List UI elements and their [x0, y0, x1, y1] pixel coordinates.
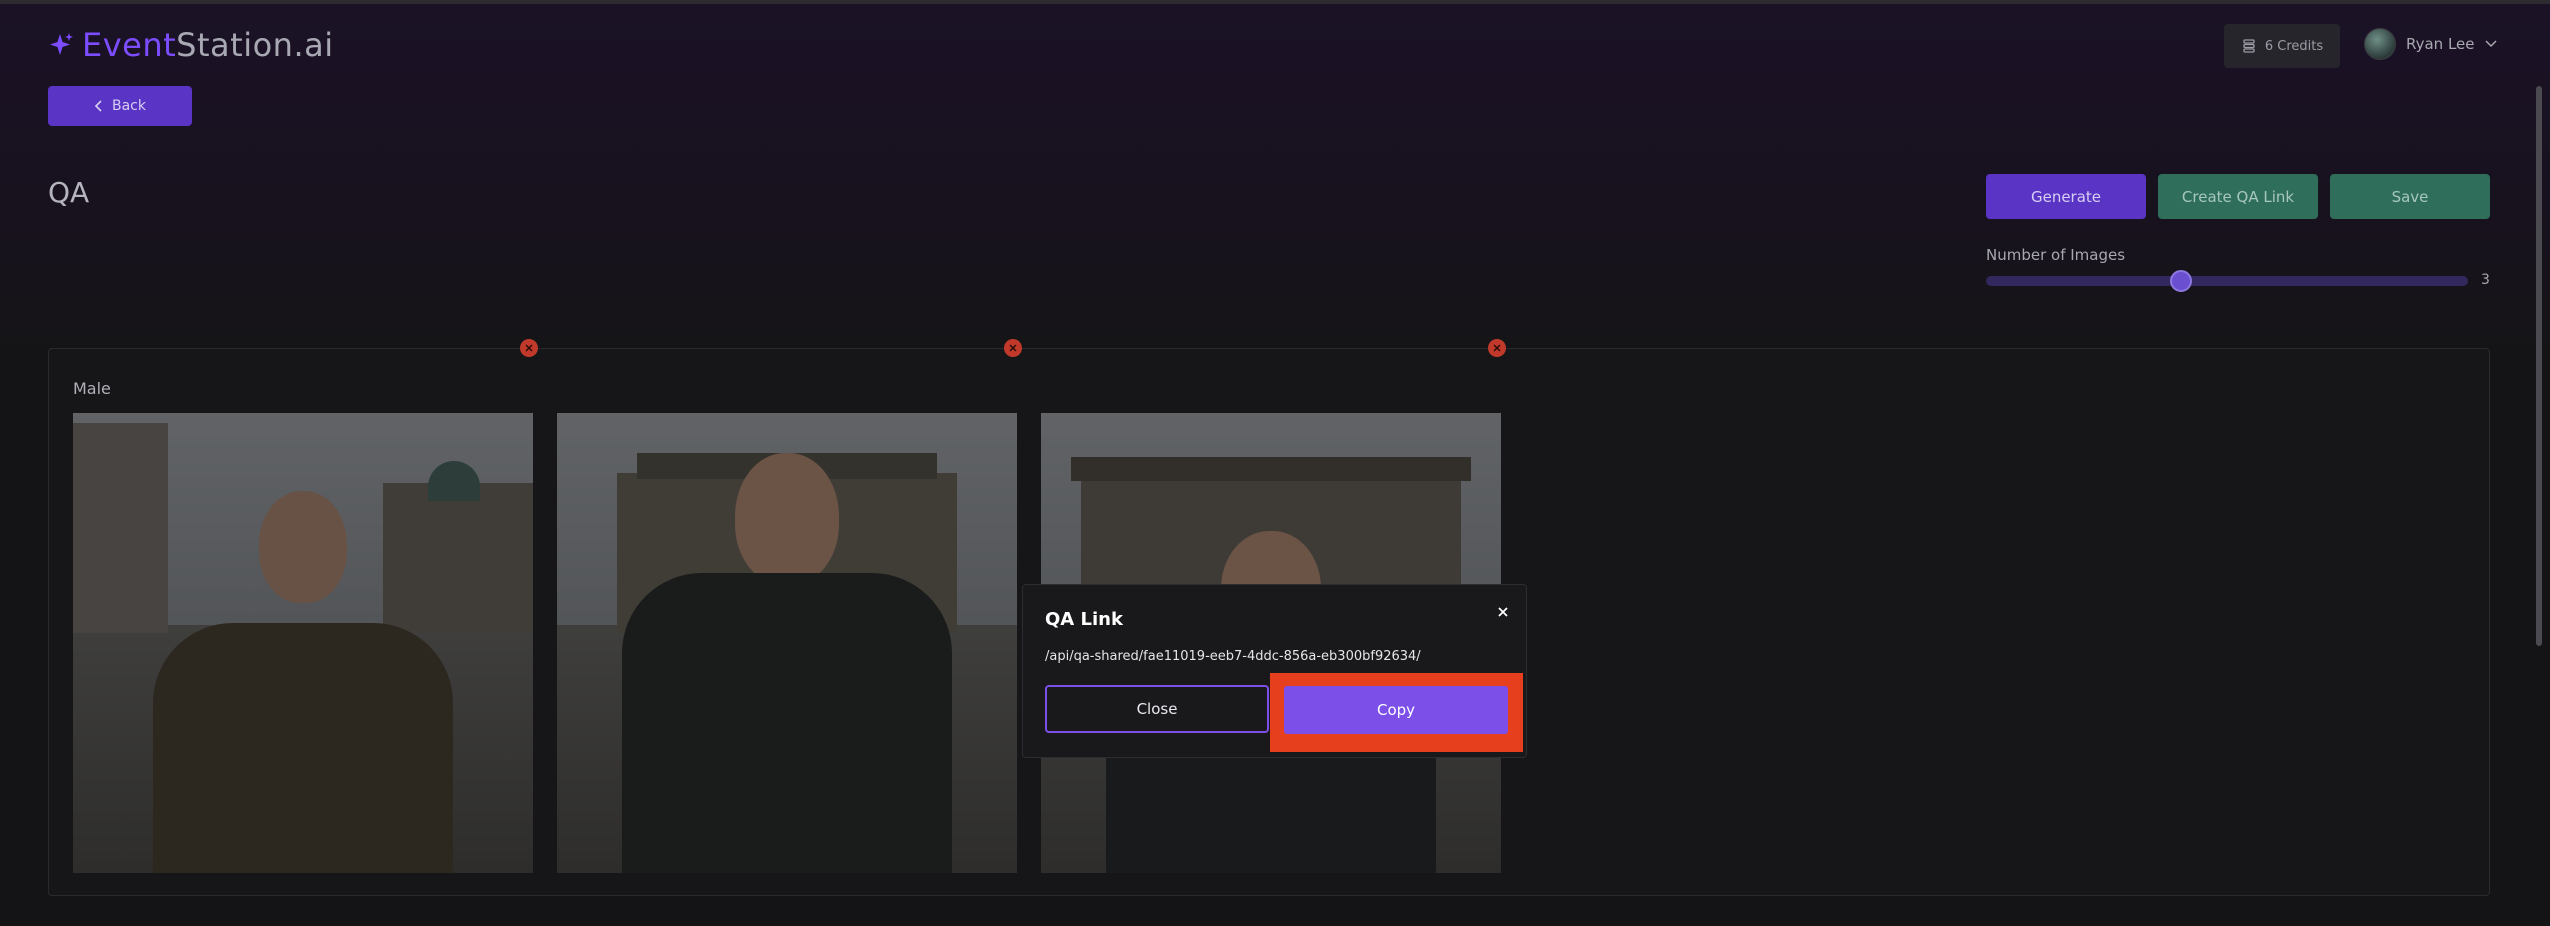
coins-icon: [2243, 39, 2255, 53]
user-menu[interactable]: Ryan Lee: [2364, 28, 2497, 60]
slider-thumb[interactable]: [2170, 270, 2193, 292]
page-title: QA: [48, 176, 90, 209]
create-qa-link-button[interactable]: Create QA Link: [2158, 174, 2318, 219]
number-of-images-slider[interactable]: [1986, 270, 2468, 292]
close-icon[interactable]: [1494, 603, 1512, 621]
credits-badge[interactable]: 6 Credits: [2224, 24, 2340, 68]
credits-label: 6 Credits: [2264, 38, 2324, 54]
close-button[interactable]: Close: [1045, 685, 1269, 733]
back-button[interactable]: Back: [48, 86, 192, 126]
avatar: [2364, 28, 2396, 60]
number-of-images-value: 3: [2481, 272, 2490, 288]
scrollbar[interactable]: [2536, 86, 2542, 646]
close-icon: [1493, 344, 1501, 352]
remove-image-2-button[interactable]: [1004, 339, 1022, 357]
number-of-images-label: Number of Images: [1986, 246, 2126, 264]
generated-image-2[interactable]: [557, 413, 1017, 873]
modal-title: QA Link: [1045, 609, 1123, 630]
chevron-down-icon: [2484, 40, 2497, 48]
generate-button[interactable]: Generate: [1986, 174, 2146, 219]
brand-name: EventStation.ai: [82, 26, 334, 64]
qa-link-modal: QA Link /api/qa-shared/fae11019-eeb7-4dd…: [1022, 584, 1527, 758]
remove-image-3-button[interactable]: [1488, 339, 1506, 357]
copy-button[interactable]: Copy: [1284, 686, 1508, 734]
qa-link-url: /api/qa-shared/fae11019-eeb7-4ddc-856a-e…: [1045, 649, 1421, 664]
chevron-left-icon: [94, 100, 102, 112]
back-button-label: Back: [112, 98, 146, 114]
brand-logo[interactable]: EventStation.ai: [46, 26, 334, 64]
section-title: Male: [73, 379, 111, 398]
generated-image-1[interactable]: [73, 413, 533, 873]
close-icon: [525, 344, 533, 352]
sparkle-icon: [50, 33, 73, 55]
remove-image-1-button[interactable]: [520, 339, 538, 357]
close-icon: [1009, 344, 1017, 352]
user-name: Ryan Lee: [2406, 35, 2475, 53]
save-button[interactable]: Save: [2330, 174, 2490, 219]
